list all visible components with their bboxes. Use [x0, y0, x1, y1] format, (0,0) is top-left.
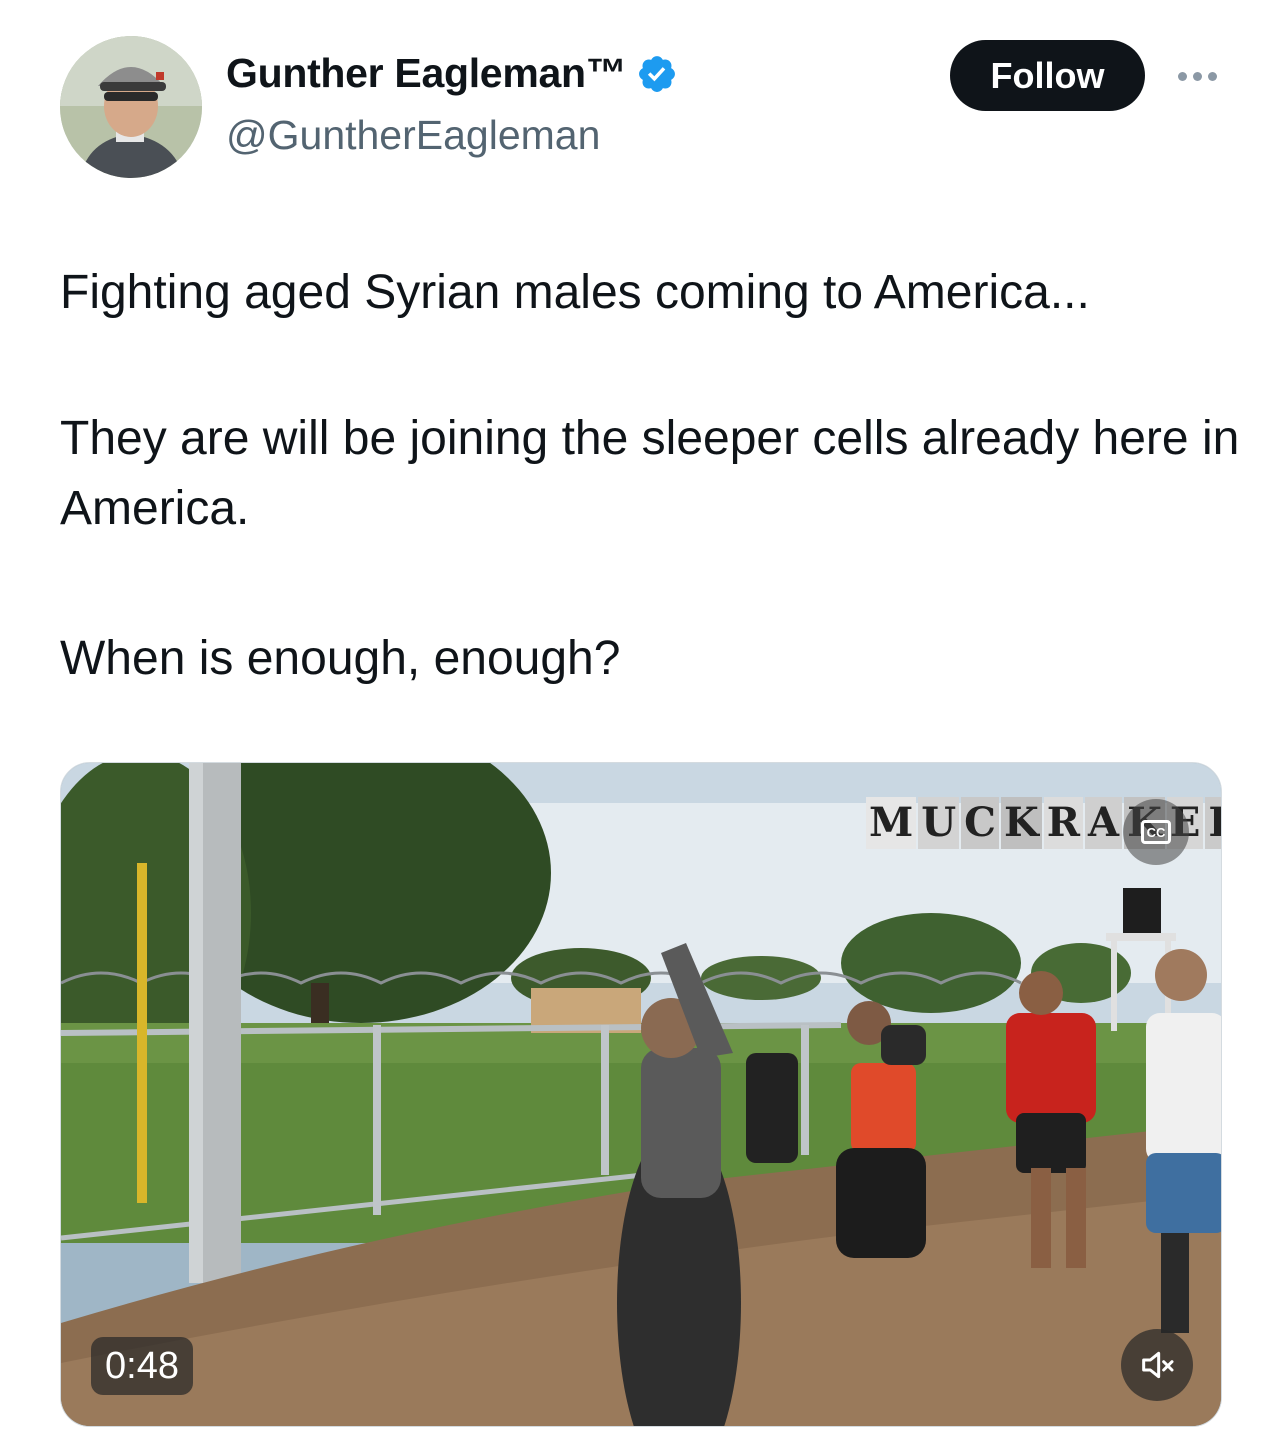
handle[interactable]: @GuntherEagleman [226, 112, 600, 159]
watermark-letter: R [1205, 797, 1221, 849]
more-horizontal-icon[interactable] [1168, 56, 1226, 96]
avatar[interactable] [60, 36, 202, 178]
volume-muted-icon[interactable] [1121, 1329, 1193, 1401]
tweet-text-paragraph-1: Fighting aged Syrian males coming to Ame… [60, 266, 1090, 319]
watermark-letter: M [866, 797, 917, 849]
watermark-letter: R [1043, 797, 1084, 849]
video-duration: 0:48 [91, 1337, 193, 1395]
watermark-letter: A [1085, 797, 1123, 849]
more-dot [1192, 71, 1202, 81]
tweet-card: Gunther Eagleman™ @GuntherEagleman Follo… [0, 0, 1283, 1445]
avatar-image [60, 36, 202, 178]
video-player[interactable]: M U C K R A K E R CC 0:48 [60, 762, 1222, 1427]
tweet-text-paragraph-3: When is enough, enough? [60, 632, 621, 685]
more-dot [1207, 71, 1217, 81]
follow-button[interactable]: Follow [950, 40, 1145, 111]
more-dot [1177, 71, 1187, 81]
display-name[interactable]: Gunther Eagleman™ [226, 50, 627, 97]
watermark-letter: C [961, 797, 1000, 849]
verified-badge-icon [639, 55, 676, 92]
watermark-letter: U [918, 797, 960, 849]
video-frame [61, 763, 1221, 1426]
volume-muted-glyph [1142, 1351, 1174, 1379]
display-name-row[interactable]: Gunther Eagleman™ [226, 50, 678, 97]
watermark-letter: K [1001, 797, 1042, 849]
tweet-text-paragraph-2: They are will be joining the sleeper cel… [60, 412, 1240, 535]
cc-icon[interactable]: CC [1123, 799, 1189, 865]
cc-box: CC [1141, 820, 1171, 844]
